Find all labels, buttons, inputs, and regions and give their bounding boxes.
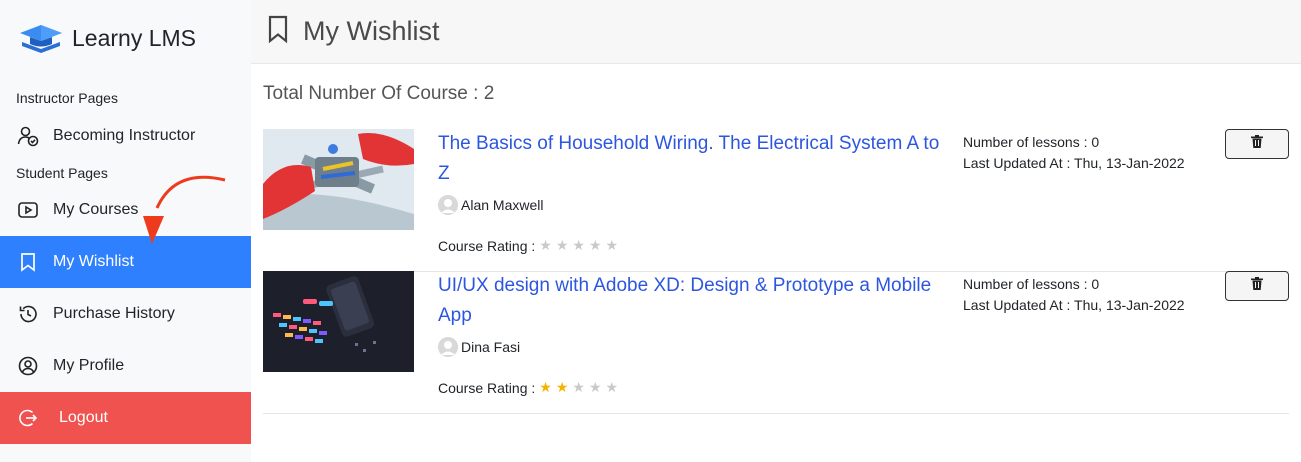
last-updated: Last Updated At : Thu, 13-Jan-2022: [963, 155, 1185, 171]
section-title-instructor: Instructor Pages: [16, 90, 118, 106]
sidebar-item-label: Purchase History: [53, 305, 175, 322]
course-rating: Course Rating : ★ ★ ★ ★ ★: [438, 379, 618, 396]
logout-label: Logout: [59, 409, 108, 426]
bookmark-icon: [17, 251, 39, 273]
bookmark-icon: [265, 14, 291, 49]
page-header: My Wishlist: [251, 0, 1301, 64]
sidebar-item-my-profile[interactable]: My Profile: [0, 340, 251, 392]
star-icon: ★: [572, 237, 585, 253]
user-check-icon: [17, 125, 39, 147]
course-row: UI/UX design with Adobe XD: Design & Pro…: [263, 271, 1289, 414]
trash-icon: [1251, 277, 1263, 295]
course-meta: Number of lessons : 0 Last Updated At : …: [963, 274, 1185, 316]
logout-icon: [17, 407, 39, 429]
course-thumbnail[interactable]: [263, 129, 414, 230]
course-title-link[interactable]: UI/UX design with Adobe XD: Design & Pro…: [438, 271, 943, 331]
wishlist-content: Total Number Of Course : 2 The Basics of…: [251, 64, 1301, 414]
avatar: [438, 195, 458, 215]
star-icon: ★: [605, 237, 619, 253]
brand[interactable]: Learny LMS: [0, 0, 251, 77]
sidebar-item-becoming-instructor[interactable]: Becoming Instructor: [0, 110, 251, 162]
course-title-link[interactable]: The Basics of Household Wiring. The Elec…: [438, 129, 943, 189]
star-icon: ★: [588, 237, 602, 253]
lessons-count: Number of lessons : 0: [963, 276, 1100, 292]
course-rating: Course Rating : ★ ★ ★ ★ ★: [438, 237, 618, 254]
sidebar-item-label: My Courses: [53, 201, 139, 218]
page-title: My Wishlist: [303, 16, 440, 46]
brand-name: Learny LMS: [72, 25, 197, 51]
sidebar: Learny LMS Instructor Pages Becoming Ins…: [0, 0, 251, 462]
star-icon: ★: [555, 379, 569, 395]
app: Learny LMS Instructor Pages Becoming Ins…: [0, 0, 1301, 462]
last-updated: Last Updated At : Thu, 13-Jan-2022: [963, 297, 1185, 313]
star-icon: ★: [539, 237, 552, 253]
history-icon: [17, 303, 39, 325]
rating-label: Course Rating :: [438, 237, 536, 254]
star-icon: ★: [539, 379, 552, 395]
star-icon: ★: [555, 237, 569, 253]
lessons-count: Number of lessons : 0: [963, 134, 1100, 150]
sidebar-item-label: My Wishlist: [53, 253, 134, 270]
star-icon: ★: [572, 379, 585, 395]
main-content: My Wishlist Total Number Of Course : 2 T…: [251, 0, 1301, 462]
annotation-arrow: [143, 175, 226, 244]
total-courses: Total Number Of Course : 2: [263, 83, 495, 104]
author-name: Dina Fasi: [461, 339, 521, 355]
course-author[interactable]: Dina Fasi: [438, 337, 520, 357]
sidebar-item-label: Becoming Instructor: [53, 127, 196, 144]
remove-from-wishlist-button[interactable]: [1225, 271, 1289, 301]
play-square-icon: [17, 199, 39, 221]
trash-icon: [1251, 135, 1263, 153]
course-row: The Basics of Household Wiring. The Elec…: [263, 129, 1289, 272]
course-meta: Number of lessons : 0 Last Updated At : …: [963, 132, 1185, 174]
avatar: [438, 337, 458, 357]
sidebar-item-purchase-history[interactable]: Purchase History: [0, 288, 251, 340]
remove-from-wishlist-button[interactable]: [1225, 129, 1289, 159]
course-thumbnail[interactable]: [263, 271, 414, 372]
rating-label: Course Rating :: [438, 379, 536, 396]
logout-button[interactable]: Logout: [0, 392, 251, 444]
sidebar-item-label: My Profile: [53, 357, 125, 374]
star-icon: ★: [605, 379, 619, 395]
graduation-cap-icon: [18, 22, 64, 56]
star-icon: ★: [588, 379, 602, 395]
author-name: Alan Maxwell: [461, 197, 544, 213]
user-circle-icon: [17, 355, 39, 377]
course-author[interactable]: Alan Maxwell: [438, 195, 543, 215]
